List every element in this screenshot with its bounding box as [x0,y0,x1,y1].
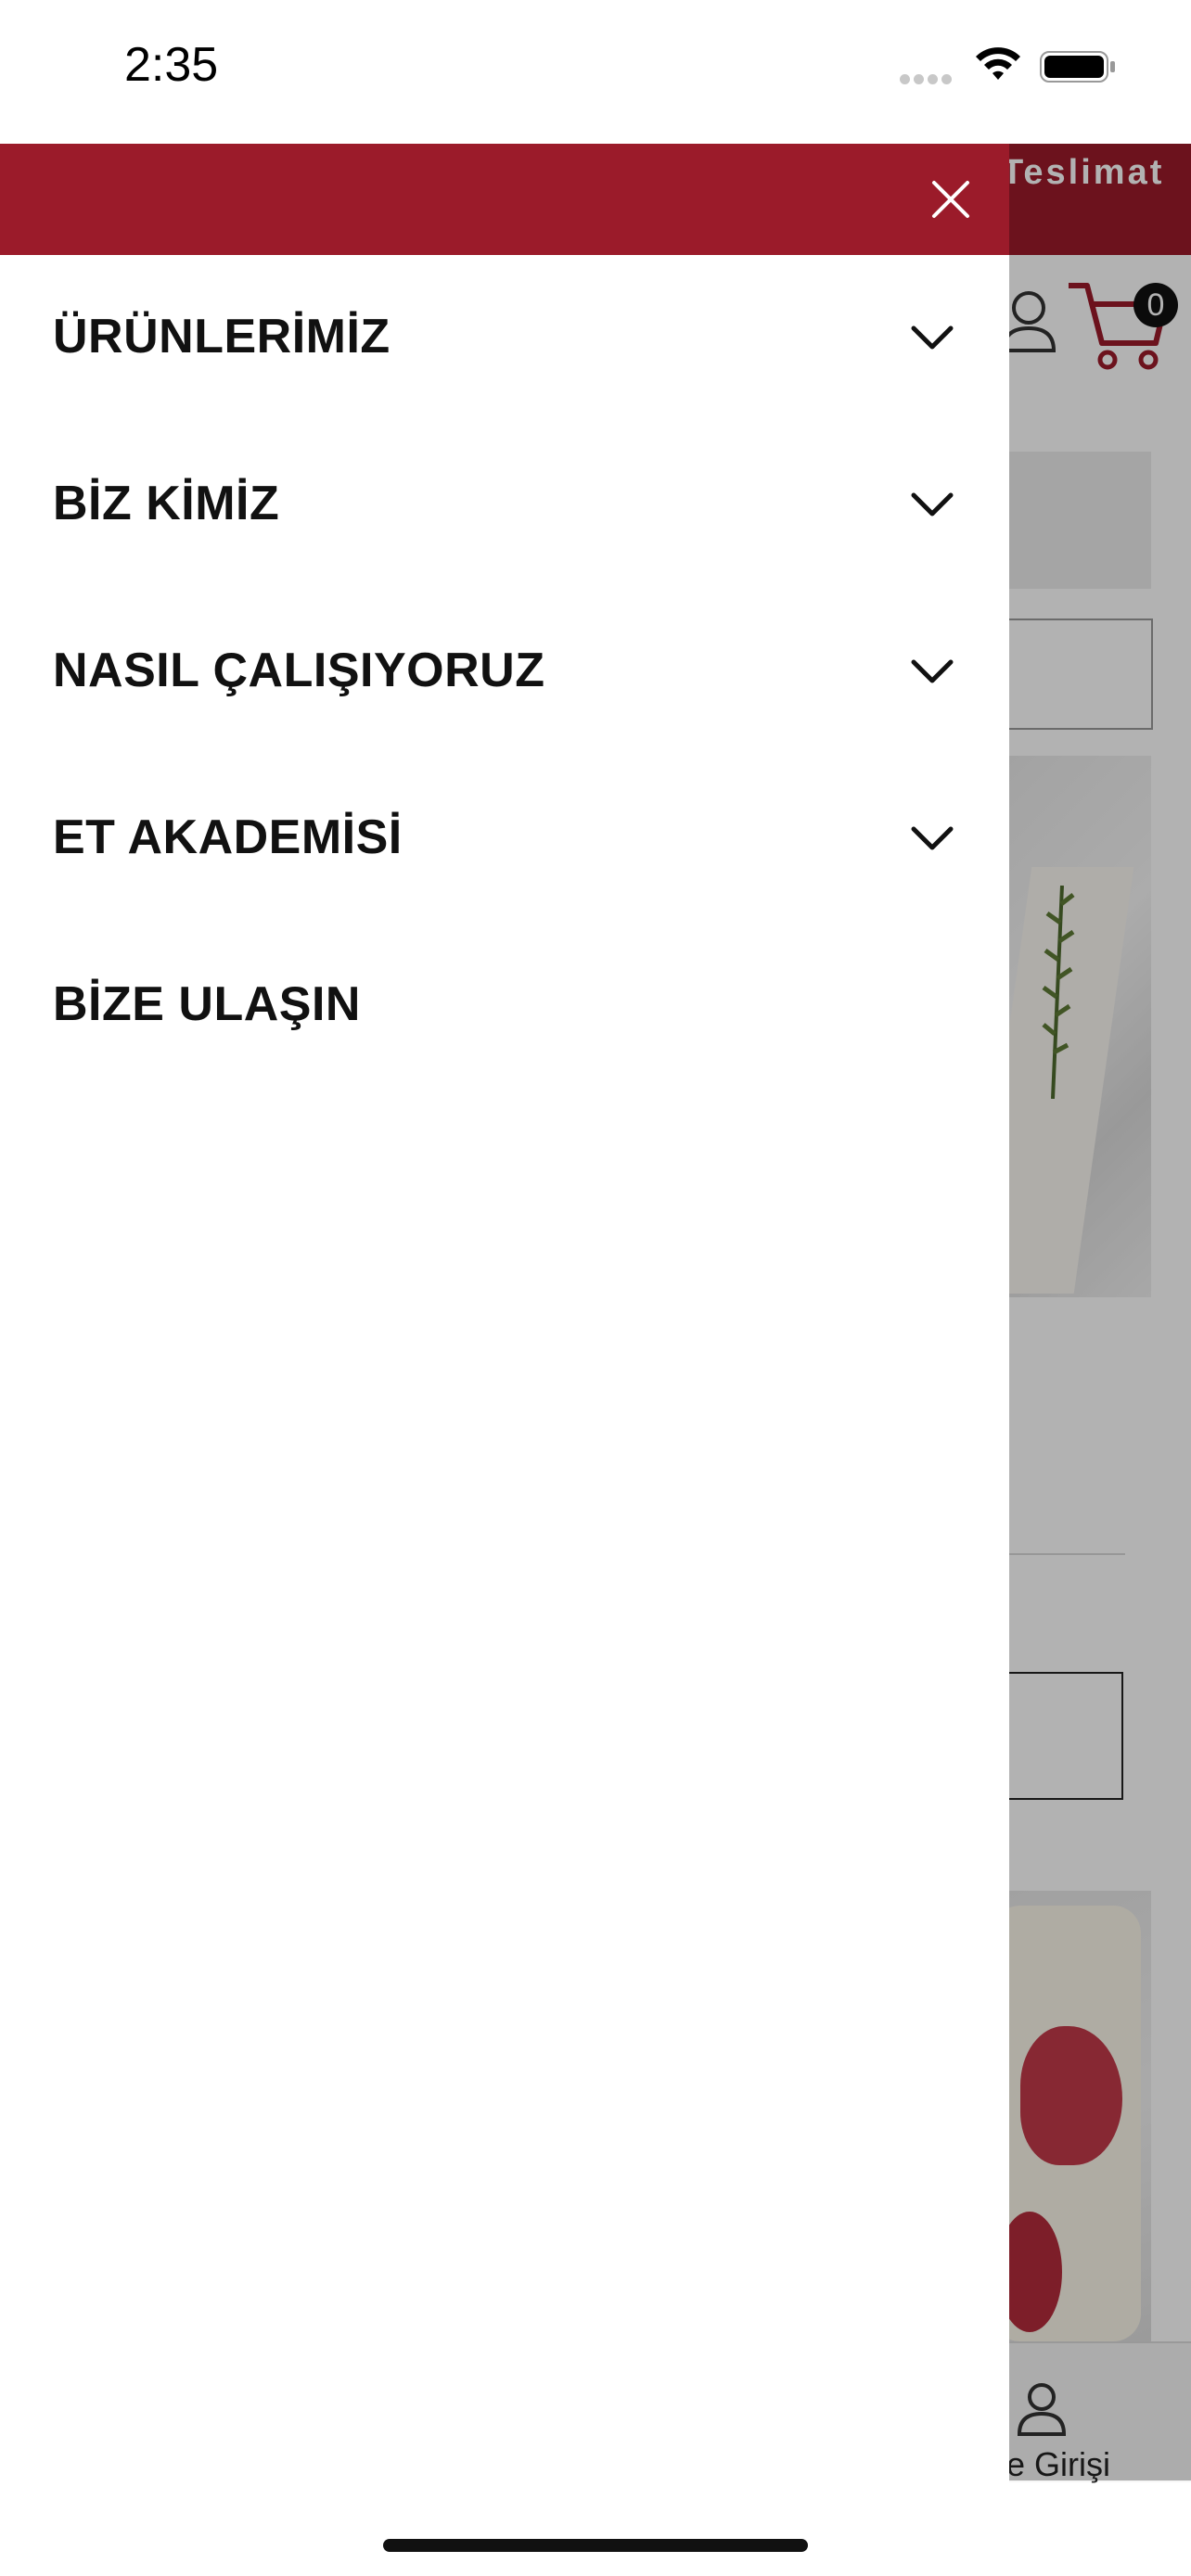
status-bar: 2:35 [0,0,1191,144]
menu-item-nasil-calisiyoruz[interactable]: NASIL ÇALIŞIYORUZ [0,589,1009,756]
menu-item-label: BİZE ULAŞIN [53,977,361,1031]
chevron-down-icon[interactable] [909,815,955,861]
menu-list: ÜRÜNLERİMİZ BİZ KİMİZ NASIL ÇALIŞIYORUZ … [0,255,1009,1090]
menu-item-bize-ulasin[interactable]: BİZE ULAŞIN [0,923,1009,1090]
chevron-down-icon[interactable] [909,481,955,528]
signal-dots-icon [900,72,955,84]
menu-item-et-akademisi[interactable]: ET AKADEMİSİ [0,756,1009,923]
close-icon[interactable] [918,167,983,232]
home-indicator [383,2539,808,2552]
wifi-icon [976,47,1020,80]
status-time: 2:35 [124,38,219,92]
drawer-header [0,144,1009,255]
battery-icon [1040,51,1115,83]
menu-item-biz-kimiz[interactable]: BİZ KİMİZ [0,422,1009,589]
menu-item-label: BİZ KİMİZ [53,477,280,530]
menu-item-label: ET AKADEMİSİ [53,810,403,864]
menu-item-urunlerimiz[interactable]: ÜRÜNLERİMİZ [0,255,1009,422]
menu-item-label: NASIL ÇALIŞIYORUZ [53,644,545,697]
chevron-down-icon[interactable] [909,314,955,361]
side-drawer: ÜRÜNLERİMİZ BİZ KİMİZ NASIL ÇALIŞIYORUZ … [0,144,1009,2576]
menu-item-label: ÜRÜNLERİMİZ [53,310,391,363]
chevron-down-icon[interactable] [909,648,955,695]
